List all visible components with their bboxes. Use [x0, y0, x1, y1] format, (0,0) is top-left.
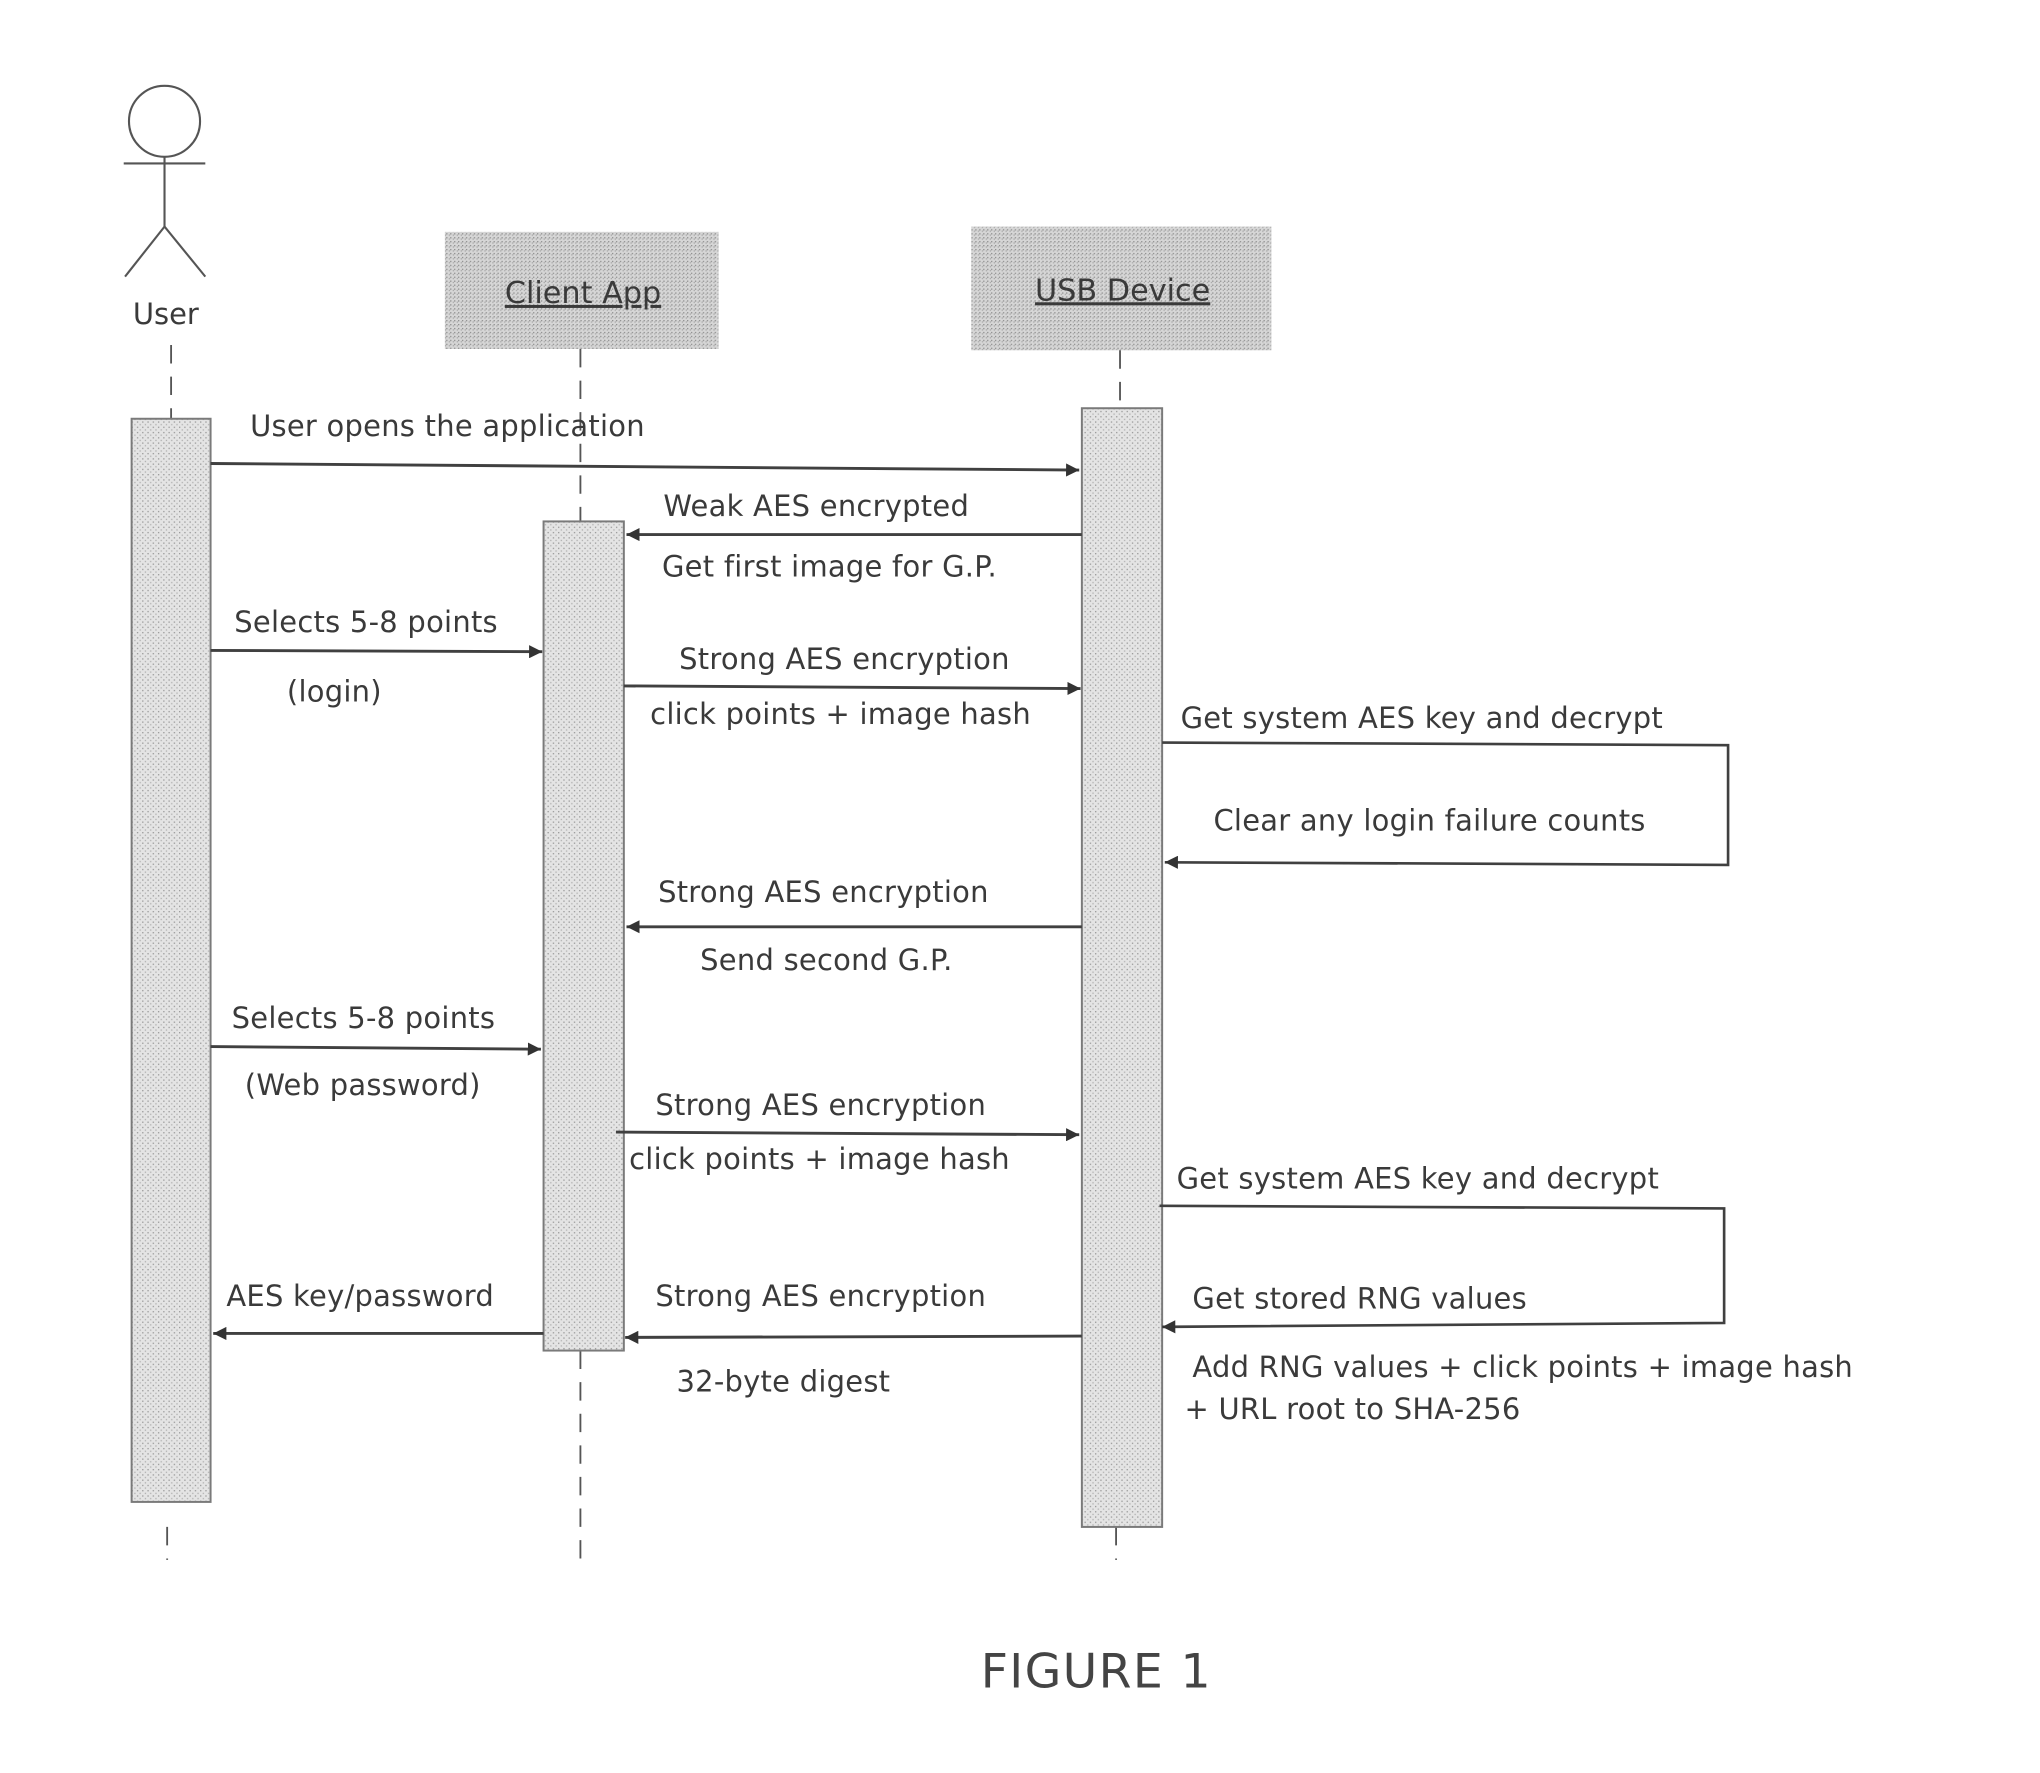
self-message-decrypt-get-rng: Get system AES key and decrypt Get store…: [1159, 1162, 1726, 1334]
message-select-points-web-password: Selects 5-8 points (Web password): [210, 1001, 541, 1102]
message-label: Strong AES encryption: [679, 642, 1010, 676]
message-sublabel: (Web password): [245, 1068, 481, 1102]
message-arrow: [210, 462, 1080, 477]
participant-usb-device: USB Device: [971, 226, 1272, 351]
activation-bar-client-app: [542, 520, 625, 1352]
message-label: Strong AES encryption: [658, 875, 989, 909]
actor-left-leg: [124, 225, 166, 278]
message-label: Get system AES key and decrypt: [1177, 1162, 1659, 1196]
sequence-diagram: User Client App USB Device User opens th…: [0, 0, 2040, 1768]
message-label: Selects 5-8 points: [234, 605, 498, 639]
message-strong-aes-click-points-2: Strong AES encryption click points + ima…: [615, 1088, 1080, 1176]
message-sublabel: Get stored RNG values: [1192, 1281, 1527, 1315]
actor-right-leg: [163, 225, 207, 278]
message-arrow: [210, 1042, 541, 1056]
message-select-points-login: Selects 5-8 points (login): [210, 605, 543, 709]
message-label: AES key/password: [226, 1279, 494, 1313]
self-message-decrypt-clear-failures: Get system AES key and decrypt Clear any…: [1162, 701, 1730, 869]
figure-caption: FIGURE 1: [981, 1644, 1212, 1699]
message-send-second-gp: Strong AES encryption Send second G.P.: [626, 875, 1082, 977]
message-aes-key-password: AES key/password: [213, 1279, 544, 1341]
message-user-opens-application: User opens the application: [210, 409, 1080, 477]
message-arrow: [210, 645, 543, 659]
activation-bar-user: [130, 417, 212, 1503]
message-sublabel: 32-byte digest: [676, 1364, 890, 1398]
participant-client-app: Client App: [444, 231, 719, 349]
message-arrow: [623, 681, 1081, 696]
participant-label-usb-device: USB Device: [1035, 273, 1210, 308]
message-strong-aes-click-points-1: Strong AES encryption click points + ima…: [623, 642, 1081, 731]
message-sublabel: (login): [287, 675, 382, 709]
message-arrow: [615, 1128, 1080, 1142]
message-weak-aes-encrypted: Weak AES encrypted Get first image for G…: [626, 489, 1082, 584]
participant-label-client-app: Client App: [505, 276, 661, 311]
note-line-2: + URL root to SHA-256: [1185, 1392, 1521, 1426]
note-line-1: Add RNG values + click points + image ha…: [1192, 1350, 1853, 1384]
message-label: Weak AES encrypted: [663, 489, 969, 523]
message-label: Get system AES key and decrypt: [1181, 701, 1663, 735]
actor-head: [127, 84, 202, 158]
message-sublabel: Clear any login failure counts: [1213, 804, 1645, 838]
message-sublabel: Send second G.P.: [700, 943, 952, 977]
message-sublabel: click points + image hash: [650, 697, 1031, 731]
message-32-byte-digest: Strong AES encryption 32-byte digest: [625, 1279, 1082, 1398]
message-label: Strong AES encryption: [655, 1088, 986, 1122]
message-sublabel: click points + image hash: [629, 1142, 1010, 1176]
actor-user-label: User: [133, 297, 199, 331]
activation-bar-usb-device: [1080, 407, 1164, 1528]
message-sublabel: Get first image for G.P.: [662, 550, 997, 584]
note-sha256: Add RNG values + click points + image ha…: [1185, 1350, 1853, 1426]
message-label: Strong AES encryption: [655, 1279, 986, 1313]
diagram-canvas: User Client App USB Device User opens th…: [123, 84, 1853, 1699]
actor-user: User: [123, 84, 207, 331]
message-arrow: [625, 1330, 1082, 1344]
message-label: User opens the application: [250, 409, 645, 443]
message-label: Selects 5-8 points: [232, 1001, 496, 1035]
